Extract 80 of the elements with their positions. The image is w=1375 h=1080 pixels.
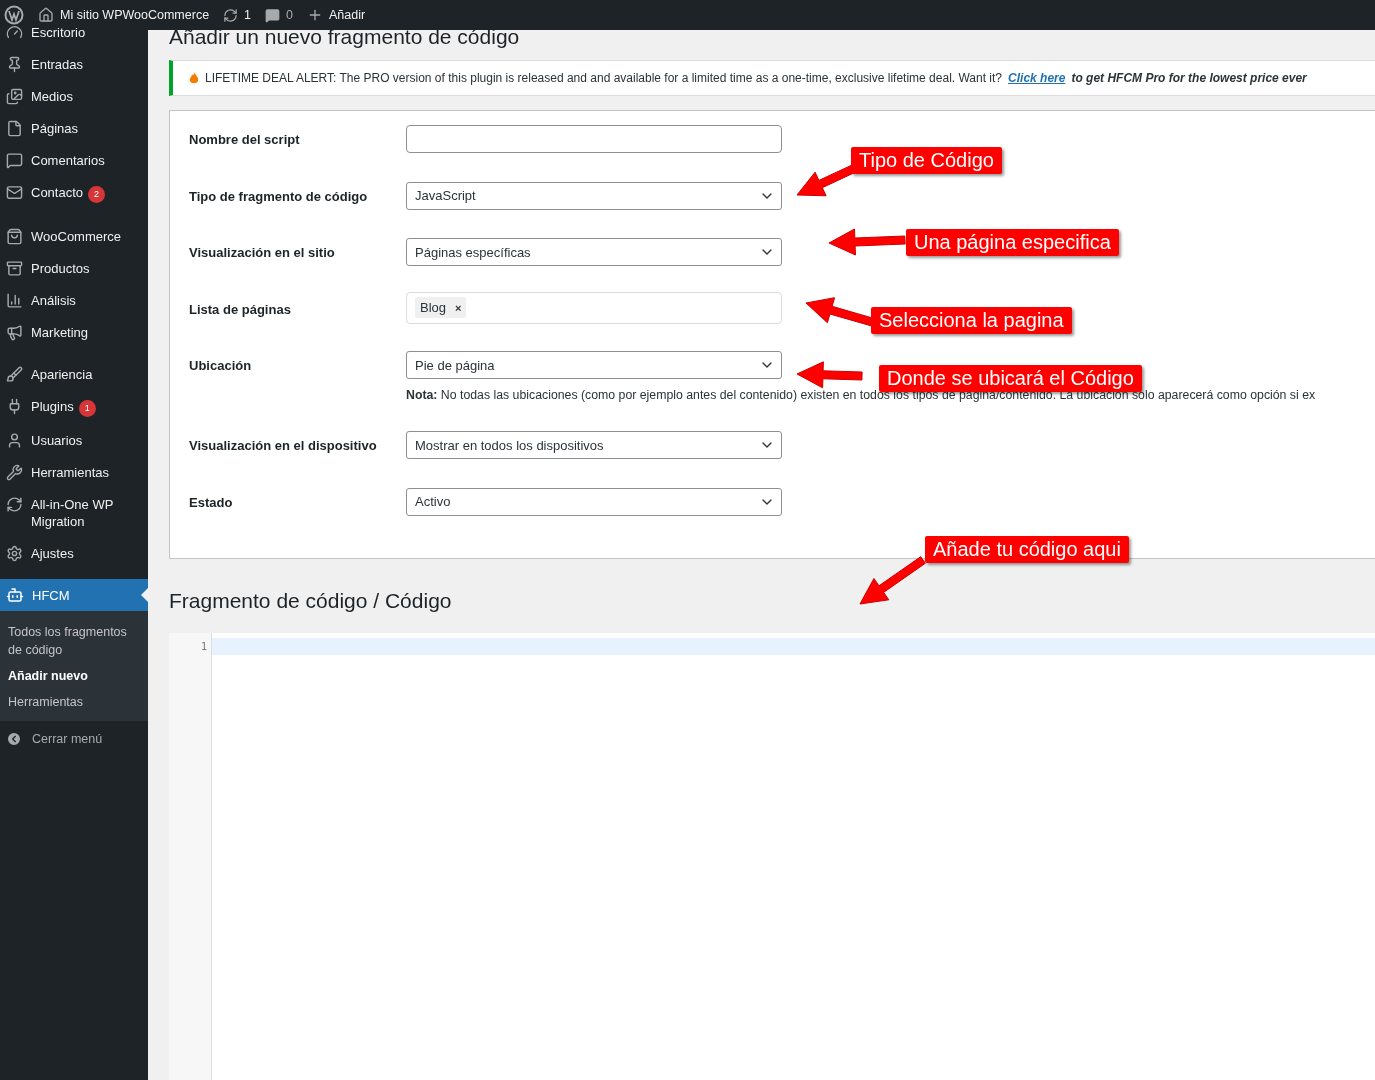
sidebar-item[interactable]: Marketing <box>0 316 148 348</box>
bar-chart-icon <box>6 292 23 309</box>
remove-tag-button[interactable]: × <box>455 301 462 314</box>
sidebar-item[interactable]: Páginas <box>0 112 148 144</box>
sidebar-item[interactable]: Ajustes <box>0 537 148 569</box>
script-name-field[interactable] <box>406 125 782 153</box>
updates-count[interactable]: 1 <box>244 8 252 22</box>
refresh-icon[interactable] <box>223 7 239 23</box>
bag-icon <box>6 228 23 245</box>
page-icon <box>6 120 23 137</box>
refresh-icon <box>6 496 23 513</box>
submenu-item[interactable]: Herramientas <box>0 689 148 715</box>
sidebar-item[interactable]: Medios <box>0 80 148 112</box>
submenu-item[interactable]: Añadir nuevo <box>0 663 148 689</box>
sidebar-item[interactable]: Productos <box>0 252 148 284</box>
megaphone-icon <box>6 324 23 341</box>
flame-icon <box>189 71 199 85</box>
submenu-item[interactable]: Todos los fragmentos de código <box>0 619 148 663</box>
line-number: 1 <box>199 640 208 654</box>
field-label: Ubicación <box>189 357 253 373</box>
collapse-icon <box>6 731 22 747</box>
field-label: Nombre del script <box>189 131 301 147</box>
gauge-icon <box>6 24 23 41</box>
sidebar-item[interactable]: Contacto 2 <box>0 176 148 210</box>
annotation-label: Selecciona la pagina <box>871 307 1072 334</box>
sidebar-item[interactable]: Usuarios <box>0 424 148 456</box>
annotation-label: Una página especifica <box>906 229 1119 256</box>
tags-field[interactable]: Blog × <box>406 291 782 324</box>
archive-icon <box>6 260 23 277</box>
dropdown[interactable]: Activo <box>406 487 782 516</box>
home-icon[interactable] <box>38 7 54 23</box>
user-icon <box>6 432 23 449</box>
wrench-icon <box>6 464 23 481</box>
annotation-label: Añade tu código aqui <box>925 536 1129 563</box>
collapse-menu-button[interactable]: Cerrar menú <box>0 721 148 757</box>
comments-count[interactable]: 0 <box>286 8 293 22</box>
sidebar-item[interactable]: Apariencia <box>0 358 148 390</box>
field-label: Lista de páginas <box>189 300 292 317</box>
annotation-label: Donde se ubicará el Código <box>879 365 1142 392</box>
new-link[interactable]: Añadir <box>329 8 366 22</box>
arrow <box>796 361 863 389</box>
page-tag: Blog × <box>415 297 467 318</box>
sidebar-item[interactable]: Entradas <box>0 48 148 80</box>
envelope-icon <box>6 184 23 201</box>
pin-icon <box>6 56 23 73</box>
sidebar-item[interactable]: Comentarios <box>0 144 148 176</box>
sidebar-item[interactable]: Herramientas <box>0 456 148 488</box>
count-badge: 2 <box>88 186 106 203</box>
plus-icon[interactable] <box>307 7 323 23</box>
dropdown[interactable]: Páginas específicas <box>406 238 782 266</box>
media-icon <box>6 88 23 105</box>
speech-bubble-icon <box>6 152 23 169</box>
sidebar-item[interactable]: WooCommerce <box>0 220 148 252</box>
field-label: Visualización en el dispositivo <box>189 437 378 453</box>
count-badge: 1 <box>78 400 96 417</box>
sidebar-item[interactable]: All-in-One WP Migration <box>0 488 148 537</box>
current-menu-item[interactable]: HFCM <box>0 579 148 611</box>
sidebar-item[interactable]: Análisis <box>0 284 148 316</box>
click-here-link[interactable]: Click here <box>1008 71 1066 85</box>
field-label: Tipo de fragmento de código <box>189 187 369 204</box>
dropdown[interactable]: JavaScript <box>406 181 782 210</box>
robot-icon <box>6 586 24 604</box>
settings-icon <box>6 545 23 562</box>
arrow <box>805 297 874 327</box>
wordpress-logo-icon[interactable] <box>4 5 24 25</box>
brush-icon <box>6 366 23 383</box>
section-title: Fragmento de código / Código <box>169 589 452 613</box>
notice-tail-text: to get HFCM Pro for the lowest price ever <box>1071 71 1307 85</box>
dropdown[interactable]: Mostrar en todos los dispositivos <box>406 431 782 459</box>
dropdown[interactable]: Pie de página <box>406 351 782 379</box>
site-link[interactable]: Mi sitio WPWooCommerce <box>60 8 210 22</box>
field-label: Estado <box>189 493 234 510</box>
annotation-label: Tipo de Código <box>851 147 1002 174</box>
arrow <box>859 556 926 605</box>
field-label: Visualización en el sitio <box>189 244 336 260</box>
speech-bubble-icon[interactable] <box>265 7 281 23</box>
notice-text: LIFETIME DEAL ALERT: The PRO version of this plugin is released and and available for a limited time as a one-time, exclusive lifetime deal. Want it? <box>205 71 1003 85</box>
menu-label: HFCM <box>32 587 70 603</box>
sidebar-item[interactable]: Plugins 1 <box>0 390 148 424</box>
code-editor[interactable]: 1 <box>169 633 1375 1080</box>
